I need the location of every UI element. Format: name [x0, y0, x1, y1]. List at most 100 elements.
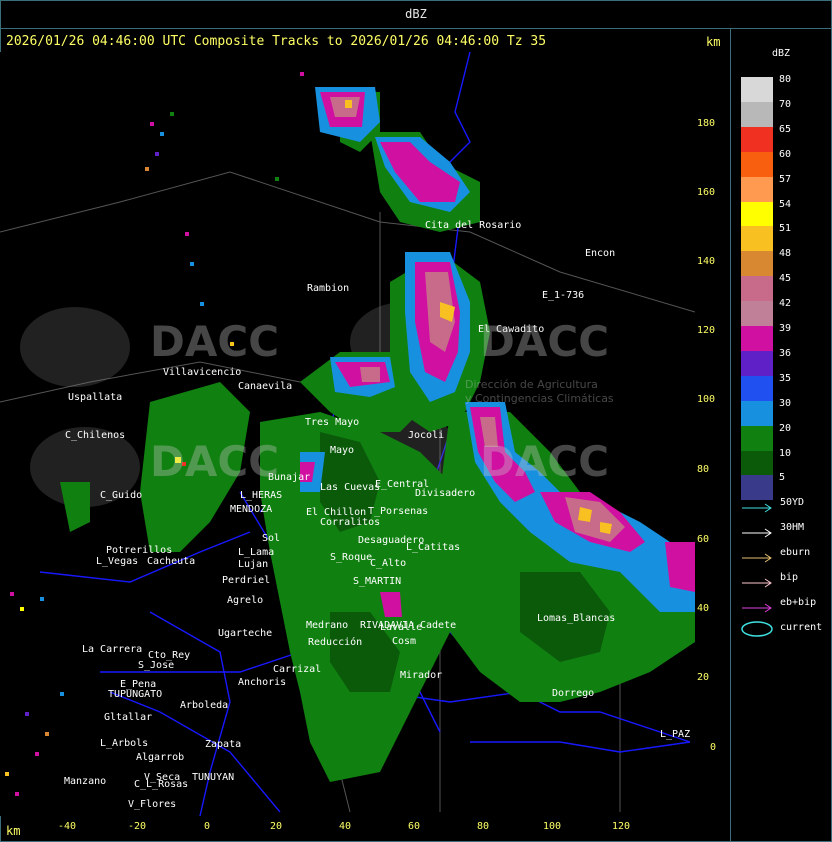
- place-label: L_Arbols: [100, 738, 149, 749]
- place-label: L_Catitas: [406, 542, 461, 553]
- legend-swatch: [741, 326, 773, 351]
- y-tick-label: 40: [697, 603, 710, 614]
- place-label: El Chillon: [306, 507, 367, 518]
- place-label: Reducción: [308, 637, 363, 648]
- place-label: Agrelo: [227, 595, 264, 606]
- place-label: Las Cuevas: [320, 482, 381, 493]
- place-label: Zapata: [205, 739, 242, 750]
- place-label: Uspallata: [68, 392, 123, 403]
- place-label: Mayo: [330, 445, 355, 456]
- legend-swatch: [741, 151, 773, 177]
- x-tick-label: 120: [611, 821, 631, 832]
- radar-map[interactable]: Cita del Rosario Rambion E_1-736 El Cawa…: [0, 52, 695, 816]
- ellipse-icon: [741, 621, 777, 637]
- legend-swatch: [741, 350, 773, 376]
- place-label: T_Porsenas: [368, 506, 429, 517]
- legend-swatch: [741, 450, 773, 476]
- track-legend-label: 50YD: [780, 497, 805, 508]
- track-legend-label: eburn: [780, 547, 811, 558]
- place-label: Cto_Rey: [148, 650, 191, 661]
- place-label: Potrerillos: [106, 545, 173, 556]
- place-label: E_Central: [375, 479, 430, 490]
- place-label: Carrizal: [273, 664, 322, 675]
- legend-level-label: 48: [779, 248, 792, 260]
- legend-level-label: 70: [779, 98, 792, 110]
- legend-level-label: 39: [779, 323, 792, 334]
- legend-level-label: 80: [779, 74, 792, 85]
- track-legend-label: current: [780, 622, 823, 633]
- composite-caption: 2026/01/26 04:46:00 UTC Composite Tracks…: [6, 34, 547, 49]
- x-tick-label: -20: [127, 821, 147, 832]
- legend-swatch: [741, 126, 773, 152]
- y-tick-label: 120: [697, 325, 716, 336]
- legend-level-label: 35: [779, 372, 792, 384]
- arrow-icon: [741, 548, 777, 563]
- place-label: Cadete: [420, 620, 457, 631]
- place-label: Mirador: [400, 670, 443, 681]
- place-label: V_Seca: [144, 772, 181, 783]
- x-tick-label: 80: [476, 821, 490, 832]
- place-label: Rambion: [307, 283, 350, 294]
- place-label: La Carrera: [82, 644, 143, 655]
- y-tick-label: 160: [697, 187, 716, 198]
- place-label: TUNUYAN: [192, 772, 235, 783]
- place-label: Medrano: [306, 620, 349, 631]
- place-label: C_Chilenos: [65, 430, 126, 441]
- x-tick-label: -40: [57, 821, 77, 832]
- watermark-logo-text: DACC: [150, 437, 280, 486]
- x-tick-label: 60: [407, 821, 421, 832]
- place-label: Lujan: [238, 559, 269, 570]
- legend-swatch: [741, 375, 773, 401]
- y-tick-label: 80: [697, 464, 710, 475]
- km-unit-bottom: km: [6, 824, 21, 838]
- place-label: S_Roque: [330, 552, 373, 563]
- place-label: Manzano: [64, 776, 107, 787]
- place-label: Arboleda: [180, 700, 229, 711]
- place-label: Anchoris: [238, 677, 287, 688]
- place-label: Cosm: [392, 636, 417, 647]
- legend-swatch: [741, 101, 773, 127]
- legend-swatch: [741, 176, 773, 202]
- watermark-org-line1: Dirección de Agricultura: [465, 378, 598, 391]
- watermark-logo-text: DACC: [480, 437, 610, 486]
- legend-swatch: [741, 276, 773, 302]
- x-tick-label: 100: [542, 821, 562, 832]
- x-tick-label: 20: [269, 821, 283, 832]
- place-label: Dorrego: [552, 688, 595, 699]
- legend-level-label: 57: [779, 173, 792, 185]
- legend-level-label: 45: [779, 273, 792, 285]
- place-label: Lomas_Blancas: [537, 613, 616, 624]
- arrow-icon: [741, 598, 777, 613]
- watermark-logo-text: DACC: [150, 317, 280, 366]
- place-label: C_Alto: [370, 558, 407, 569]
- place-label: E_1-736: [542, 290, 585, 301]
- legend-level-label: 51: [779, 223, 792, 235]
- km-unit-top: km: [706, 35, 721, 49]
- place-label: Lavalle: [380, 622, 423, 633]
- place-label: L_PAZ: [660, 729, 691, 740]
- place-label: Cita del Rosario: [425, 220, 522, 231]
- track-legend-label: bip: [780, 572, 799, 583]
- legend-level-label: 36: [779, 347, 792, 359]
- place-label: Encon: [585, 248, 616, 259]
- place-label: S_Jose: [138, 660, 175, 671]
- place-label: Perdriel: [222, 575, 271, 586]
- watermark-org-line2: y Contingencias Climáticas: [465, 392, 614, 405]
- y-tick-label: 140: [697, 256, 716, 267]
- x-tick-label: 40: [338, 821, 352, 832]
- legend-level-label: 10: [779, 447, 792, 459]
- place-label: Cacheuta: [147, 556, 196, 567]
- legend-level-label: 60: [779, 148, 792, 160]
- legend-level-label: 54: [779, 198, 792, 210]
- legend-level-label: 20: [779, 422, 792, 434]
- place-label: V_Flores: [128, 799, 177, 810]
- legend-swatch: [741, 425, 773, 451]
- place-label: Jocoli: [408, 430, 445, 441]
- place-label: TUPUNGATO: [108, 689, 163, 700]
- legend-swatch: [741, 400, 773, 426]
- place-label: Canaevila: [238, 381, 293, 392]
- legend-swatch: [741, 77, 773, 102]
- place-label: S_MARTIN: [353, 576, 402, 587]
- watermark-logo-text: DACC: [480, 317, 610, 366]
- place-label: L_Vegas: [96, 556, 139, 567]
